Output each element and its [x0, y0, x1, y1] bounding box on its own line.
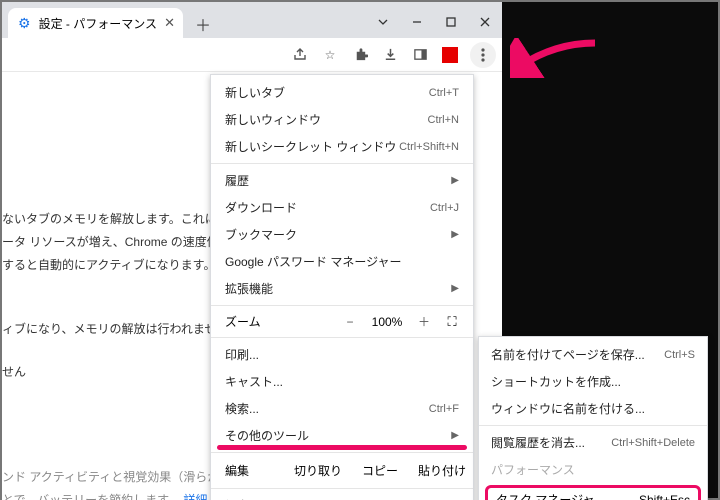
zoom-label: ズーム — [225, 313, 335, 330]
body-text: すると自動的にアクティブになります。 — [2, 258, 215, 272]
submenu-item-name-window[interactable]: ウィンドウに名前を付ける... — [479, 395, 707, 422]
new-tab-button[interactable]: ＋ — [189, 10, 217, 38]
menu-item-downloads[interactable]: ダウンロードCtrl+J — [211, 194, 473, 221]
submenu-arrow-icon: ▶ — [451, 283, 459, 294]
share-icon[interactable] — [290, 45, 310, 65]
menu-item-incognito[interactable]: 新しいシークレット ウィンドウCtrl+Shift+N — [211, 133, 473, 160]
submenu-arrow-icon: ▶ — [451, 229, 459, 240]
menu-item-new-tab[interactable]: 新しいタブCtrl+T — [211, 79, 473, 106]
sidepanel-icon[interactable] — [410, 45, 430, 65]
menu-item-print[interactable]: 印刷... — [211, 341, 473, 368]
downloads-icon[interactable] — [380, 45, 400, 65]
zoom-percent: 100% — [365, 315, 409, 329]
window-close-button[interactable] — [468, 10, 502, 34]
extensions-puzzle-icon[interactable] — [350, 45, 370, 65]
tab-search-button[interactable] — [366, 10, 400, 34]
submenu-arrow-icon: ▶ — [451, 175, 459, 186]
chrome-main-menu: 新しいタブCtrl+T 新しいウィンドウCtrl+N 新しいシークレット ウィン… — [210, 74, 474, 500]
menu-item-history[interactable]: 履歴▶ — [211, 167, 473, 194]
submenu-item-create-shortcut[interactable]: ショートカットを作成... — [479, 368, 707, 395]
menu-item-settings[interactable]: 設定 — [211, 492, 473, 500]
tab-close-icon[interactable]: ✕ — [164, 15, 175, 31]
more-tools-submenu: 名前を付けてページを保存...Ctrl+S ショートカットを作成... ウィンド… — [478, 336, 708, 500]
details-link[interactable]: 詳細 — [183, 493, 207, 500]
submenu-arrow-icon: ▶ — [451, 430, 459, 441]
body-text: とで、バッテリーを節約します。 — [2, 493, 180, 500]
browser-tab[interactable]: ⚙ 設定 - パフォーマンス ✕ — [8, 8, 183, 38]
profile-indicator[interactable] — [440, 45, 460, 65]
window-controls — [366, 6, 502, 38]
menu-item-more-tools[interactable]: その他のツール▶ — [211, 422, 473, 449]
menu-zoom-row: ズーム − 100% ＋ ⛶ — [211, 309, 473, 334]
menu-item-extensions[interactable]: 拡張機能▶ — [211, 275, 473, 302]
menu-edit-row: 編集 切り取り コピー 貼り付け — [211, 456, 473, 485]
copy-button[interactable]: コピー — [349, 456, 411, 485]
bookmark-star-icon[interactable]: ☆ — [320, 45, 340, 65]
body-text: せん — [2, 365, 26, 379]
annotation-arrow — [510, 38, 600, 81]
menu-item-passwords[interactable]: Google パスワード マネージャー — [211, 248, 473, 275]
menu-item-bookmarks[interactable]: ブックマーク▶ — [211, 221, 473, 248]
paste-button[interactable]: 貼り付け — [411, 456, 473, 485]
menu-item-find[interactable]: 検索...Ctrl+F — [211, 395, 473, 422]
cut-button[interactable]: 切り取り — [287, 456, 349, 485]
submenu-item-performance[interactable]: パフォーマンス — [479, 456, 707, 483]
fullscreen-icon[interactable]: ⛶ — [439, 314, 463, 330]
submenu-item-clear-history[interactable]: 閲覧履歴を消去...Ctrl+Shift+Delete — [479, 429, 707, 456]
submenu-item-task-manager[interactable]: タスク マネージャShift+Esc — [485, 485, 701, 500]
submenu-item-save-as[interactable]: 名前を付けてページを保存...Ctrl+S — [479, 341, 707, 368]
gear-icon: ⚙ — [18, 15, 31, 32]
edit-label: 編集 — [211, 456, 287, 485]
tab-title: 設定 - パフォーマンス — [39, 15, 157, 32]
zoom-in-button[interactable]: ＋ — [411, 313, 437, 330]
tab-strip: ⚙ 設定 - パフォーマンス ✕ ＋ — [2, 2, 502, 38]
menu-item-cast[interactable]: キャスト... — [211, 368, 473, 395]
toolbar: ☆ — [2, 38, 502, 72]
kebab-menu-button[interactable] — [470, 42, 496, 68]
zoom-out-button[interactable]: − — [337, 315, 363, 329]
window-minimize-button[interactable] — [400, 10, 434, 34]
body-text: ィブになり、メモリの解放は行われません — [2, 322, 229, 336]
window-maximize-button[interactable] — [434, 10, 468, 34]
menu-item-new-window[interactable]: 新しいウィンドウCtrl+N — [211, 106, 473, 133]
